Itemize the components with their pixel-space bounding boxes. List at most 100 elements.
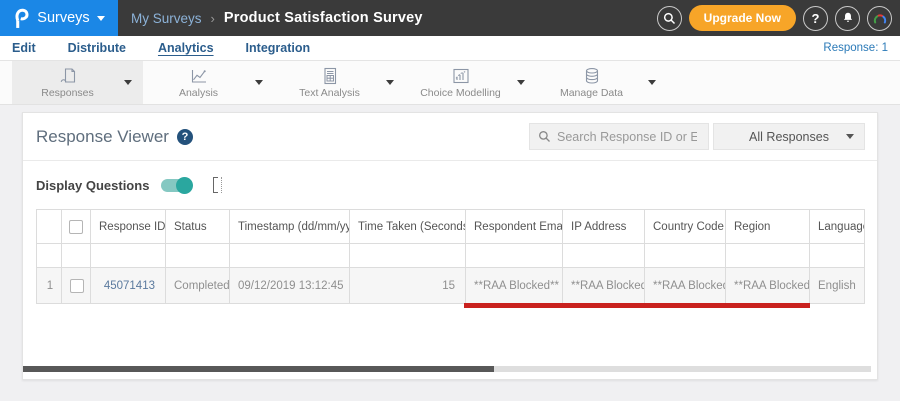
horizontal-scrollbar[interactable] bbox=[23, 366, 871, 372]
filter-cell bbox=[229, 243, 350, 268]
search-icon bbox=[663, 12, 675, 24]
help-icon[interactable]: ? bbox=[176, 128, 193, 145]
filter-cell bbox=[90, 243, 166, 268]
product-switcher-label: Surveys bbox=[37, 10, 90, 26]
account-menu-button[interactable] bbox=[867, 5, 892, 31]
col-time-taken[interactable]: Time Taken (Seconds) bbox=[349, 209, 466, 244]
filter-cell bbox=[644, 243, 726, 268]
freeze-columns-icon[interactable] bbox=[213, 177, 223, 194]
bell-icon bbox=[843, 12, 852, 22]
tab-integration[interactable]: Integration bbox=[246, 41, 311, 55]
chevron-down-icon bbox=[846, 134, 854, 139]
col-timestamp[interactable]: Timestamp (dd/mm/yyyy) bbox=[229, 209, 350, 244]
table-filter-row bbox=[36, 243, 865, 268]
choice-modelling-icon bbox=[452, 68, 469, 84]
chevron-down-icon bbox=[254, 80, 263, 85]
toolbar-label: Analysis bbox=[178, 87, 219, 99]
tab-analytics[interactable]: Analytics bbox=[158, 41, 214, 55]
response-viewer-card: Response Viewer ? All Responses bbox=[22, 112, 878, 380]
analysis-icon bbox=[191, 70, 206, 83]
top-actions: Upgrade Now ? bbox=[656, 5, 892, 31]
analytics-toolbar: Responses Analysis Text Analysis Choice … bbox=[0, 61, 900, 105]
bracket-shape bbox=[213, 177, 219, 193]
search-input[interactable] bbox=[557, 129, 697, 144]
questionpro-app: Surveys My Surveys › Product Satisfactio… bbox=[0, 0, 900, 401]
upgrade-now-button[interactable]: Upgrade Now bbox=[688, 5, 796, 31]
top-bar: Surveys My Surveys › Product Satisfactio… bbox=[0, 0, 900, 36]
help-button[interactable]: ? bbox=[803, 5, 828, 31]
viewer-controls: Display Questions bbox=[23, 161, 877, 209]
dotted-column-shape bbox=[221, 177, 223, 193]
time-taken-cell: 15 bbox=[349, 267, 466, 304]
toolbar-item-analysis[interactable]: Analysis bbox=[143, 61, 274, 104]
product-switcher[interactable]: Surveys bbox=[0, 0, 118, 36]
manage-data-icon bbox=[585, 68, 598, 84]
breadcrumb: My Surveys › Product Satisfaction Survey bbox=[131, 10, 657, 26]
text-analysis-icon bbox=[323, 67, 336, 85]
filter-cell bbox=[165, 243, 230, 268]
toolbar-label: Responses bbox=[41, 87, 94, 99]
chevron-down-icon bbox=[647, 80, 656, 85]
select-all-checkbox[interactable] bbox=[69, 219, 83, 234]
global-search-button[interactable] bbox=[656, 5, 682, 31]
table-header-row: Response ID Status Timestamp (dd/mm/yyyy… bbox=[36, 209, 865, 244]
toolbar-item-responses[interactable]: Responses bbox=[12, 61, 143, 104]
filter-cell bbox=[725, 243, 810, 268]
filter-cell bbox=[562, 243, 645, 268]
tab-distribute[interactable]: Distribute bbox=[68, 41, 126, 55]
toolbar-item-manage-data[interactable]: Manage Data bbox=[536, 61, 667, 104]
column-label: Response ID bbox=[99, 220, 166, 233]
status-cell: Completed bbox=[165, 267, 230, 304]
breadcrumb-my-surveys[interactable]: My Surveys bbox=[131, 11, 202, 26]
filter-cell bbox=[61, 243, 91, 268]
display-questions-toggle[interactable] bbox=[161, 176, 194, 194]
response-filter-dropdown[interactable]: All Responses bbox=[713, 123, 865, 150]
chevron-down-icon bbox=[385, 80, 394, 85]
column-label: Language bbox=[818, 220, 865, 233]
response-count-label: Response: 1 bbox=[823, 42, 888, 54]
survey-nav-tabs: Edit Distribute Analytics Integration Re… bbox=[0, 36, 900, 61]
toolbar-item-text-analysis[interactable]: Text Analysis bbox=[274, 61, 405, 104]
toolbar-item-choice-modelling[interactable]: Choice Modelling bbox=[405, 61, 536, 104]
redaction-highlight-line bbox=[464, 303, 810, 308]
col-row-number bbox=[36, 209, 62, 244]
page-title: Response Viewer bbox=[36, 126, 169, 146]
col-select-all bbox=[61, 209, 91, 244]
row-number: 1 bbox=[36, 267, 62, 304]
toolbar-label: Manage Data bbox=[559, 87, 624, 99]
timestamp-cell: 09/12/2019 13:12:45 bbox=[229, 267, 350, 304]
filter-cell bbox=[36, 243, 62, 268]
questionpro-logo-icon bbox=[15, 8, 29, 28]
notifications-button[interactable] bbox=[835, 5, 860, 31]
filter-cell bbox=[809, 243, 865, 268]
filter-cell bbox=[349, 243, 466, 268]
page-content: Response Viewer ? All Responses bbox=[0, 105, 900, 380]
card-header: Response Viewer ? All Responses bbox=[23, 113, 877, 161]
response-id-link[interactable]: 45071413 bbox=[90, 267, 166, 304]
column-label: Timestamp (dd/mm/yyyy) bbox=[238, 220, 349, 233]
col-respondent-email: Respondent Email bbox=[465, 209, 563, 244]
breadcrumb-separator: › bbox=[210, 10, 215, 26]
table-row: 1 45071413 Completed 09/12/2019 13:12:45… bbox=[36, 267, 865, 304]
chevron-down-icon bbox=[516, 80, 525, 85]
chevron-down-icon bbox=[123, 80, 132, 85]
chevron-down-icon bbox=[96, 15, 105, 21]
breadcrumb-current-survey: Product Satisfaction Survey bbox=[223, 10, 423, 26]
col-region: Region bbox=[725, 209, 810, 244]
toggle-knob bbox=[176, 176, 194, 194]
scrollbar-thumb[interactable] bbox=[23, 366, 494, 372]
tab-edit[interactable]: Edit bbox=[12, 41, 36, 55]
col-response-id[interactable]: Response ID bbox=[90, 209, 166, 244]
question-mark-icon: ? bbox=[811, 10, 820, 26]
column-label: Status bbox=[174, 220, 207, 233]
responses-table: Response ID Status Timestamp (dd/mm/yyyy… bbox=[36, 209, 865, 304]
search-icon bbox=[539, 131, 550, 142]
score-gauge-icon bbox=[873, 14, 886, 24]
col-language: Language bbox=[809, 209, 865, 244]
responses-table-wrap: Response ID Status Timestamp (dd/mm/yyyy… bbox=[23, 209, 877, 308]
row-checkbox[interactable] bbox=[70, 278, 84, 293]
question-mark-glyph: ? bbox=[181, 130, 189, 143]
respondent-email-cell: **RAA Blocked** bbox=[465, 267, 563, 304]
col-ip-address: IP Address bbox=[562, 209, 645, 244]
column-label: Region bbox=[734, 220, 771, 233]
